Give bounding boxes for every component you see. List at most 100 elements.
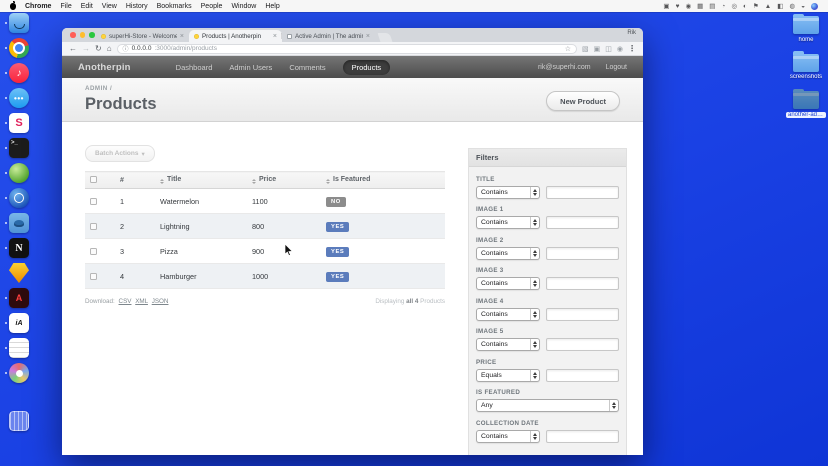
download-xml-link[interactable]: XML: [135, 298, 148, 305]
wifi-icon[interactable]: ▲: [765, 3, 771, 10]
zoom-window-button[interactable]: [89, 32, 95, 38]
filter-operator-select[interactable]: Contains: [476, 307, 540, 321]
bookmark-star-icon[interactable]: ☆: [565, 45, 571, 53]
reload-icon[interactable]: ↻: [95, 44, 102, 53]
filter-operator-select[interactable]: Contains: [476, 277, 540, 290]
table-row[interactable]: 1 Watermelon 1100 NO: [85, 188, 445, 214]
browser-menu-icon[interactable]: ⋮: [628, 44, 636, 53]
status-icon[interactable]: ♥: [676, 3, 680, 10]
notes-dock-icon[interactable]: [5, 338, 29, 358]
filter-operator-select[interactable]: Contains: [476, 216, 540, 229]
menubar-item-file[interactable]: File: [60, 3, 71, 10]
logout-link[interactable]: Logout: [606, 64, 627, 71]
status-icon[interactable]: ◉: [685, 2, 691, 10]
batch-actions-button[interactable]: Batch Actions ▾: [85, 145, 155, 162]
close-tab-icon[interactable]: ×: [180, 33, 184, 40]
nav-item-admin-users[interactable]: Admin Users: [229, 63, 272, 72]
apple-menu-icon[interactable]: [10, 0, 16, 10]
filter-operator-select[interactable]: Equals: [476, 368, 540, 382]
tab-superhi-store[interactable]: superHi-Store - Welcome: Ho ×: [96, 30, 189, 42]
trash-dock-icon[interactable]: [9, 411, 29, 431]
filter-operator-select[interactable]: Contains: [476, 338, 540, 351]
volume-icon[interactable]: ◧: [777, 2, 783, 10]
green-sphere-dock-icon[interactable]: [5, 163, 29, 183]
status-icon[interactable]: ▤: [709, 2, 715, 10]
menubar-item-edit[interactable]: Edit: [81, 3, 93, 10]
siri-icon[interactable]: [811, 2, 818, 10]
nav-item-products[interactable]: Products: [342, 59, 391, 75]
table-row[interactable]: 4 Hamburger 1000 YES: [85, 263, 445, 289]
notion-dock-icon[interactable]: N: [5, 238, 29, 258]
address-bar[interactable]: ⓘ 0.0.0.0:3000/admin/products ☆: [116, 43, 578, 54]
new-tab-button[interactable]: [377, 33, 393, 42]
terminal-dock-icon[interactable]: >_: [5, 138, 29, 158]
chrome-dock-icon[interactable]: [5, 38, 29, 58]
filter-value-input[interactable]: [546, 185, 619, 199]
status-icon[interactable]: ◎: [731, 2, 737, 10]
sketch-dock-icon[interactable]: [9, 263, 29, 283]
menubar-item-help[interactable]: Help: [265, 3, 279, 10]
filter-value-input[interactable]: [546, 246, 619, 260]
close-tab-icon[interactable]: ×: [366, 33, 370, 40]
menubar-app-name[interactable]: Chrome: [25, 3, 51, 10]
status-icon[interactable]: ▣: [663, 2, 669, 10]
folder-home[interactable]: home: [786, 12, 826, 43]
tweetbot-dock-icon[interactable]: [5, 213, 29, 233]
filter-operator-select[interactable]: Contains: [476, 429, 540, 443]
messages-dock-icon[interactable]: •••: [5, 88, 29, 108]
menubar-item-window[interactable]: Window: [231, 3, 256, 10]
row-checkbox[interactable]: [90, 223, 97, 231]
table-row[interactable]: 2 Lightning 800 YES: [85, 213, 445, 239]
extension-icon[interactable]: ◉: [617, 45, 623, 53]
download-csv-link[interactable]: CSV: [119, 298, 132, 305]
filter-value-input[interactable]: [546, 307, 619, 321]
photos-dock-icon[interactable]: [5, 363, 29, 383]
download-json-link[interactable]: JSON: [152, 298, 169, 305]
home-icon[interactable]: ⌂: [107, 44, 112, 53]
filter-value-input[interactable]: [546, 277, 619, 290]
ia-writer-dock-icon[interactable]: iA: [5, 313, 29, 333]
row-checkbox[interactable]: [90, 273, 97, 281]
status-icon[interactable]: ▦: [697, 2, 703, 10]
status-icon[interactable]: ⚑: [753, 2, 759, 10]
filter-value-input[interactable]: [546, 429, 619, 443]
filter-operator-select[interactable]: Contains: [476, 185, 540, 199]
header-price[interactable]: Price: [247, 171, 321, 189]
display-icon[interactable]: ◍: [789, 2, 795, 10]
row-checkbox[interactable]: [90, 248, 97, 256]
extension-icon[interactable]: ▣: [594, 45, 601, 53]
search-icon[interactable]: ◒: [801, 3, 805, 10]
slack-dock-icon[interactable]: S: [5, 113, 29, 133]
menubar-item-view[interactable]: View: [102, 3, 117, 10]
music-dock-icon[interactable]: ♪: [5, 63, 29, 83]
acrobat-dock-icon[interactable]: A: [5, 288, 29, 308]
filter-value-input[interactable]: [546, 338, 619, 351]
extension-icon[interactable]: ◫: [605, 45, 612, 53]
forward-icon[interactable]: →: [82, 44, 90, 53]
filter-featured-select[interactable]: Any: [476, 399, 619, 412]
brand-logo[interactable]: Anotherpin: [78, 62, 131, 73]
menubar-item-history[interactable]: History: [126, 3, 148, 10]
table-row[interactable]: 3 Pizza 900 YES: [85, 238, 445, 264]
close-window-button[interactable]: [70, 32, 76, 38]
nav-item-comments[interactable]: Comments: [289, 63, 325, 72]
filter-value-input[interactable]: [546, 368, 619, 382]
browser-profile-name[interactable]: Rik: [627, 30, 636, 36]
minimize-window-button[interactable]: [79, 32, 85, 38]
new-product-button[interactable]: New Product: [546, 91, 620, 111]
breadcrumb[interactable]: ADMIN /: [85, 85, 620, 92]
tab-products-anotherpin[interactable]: Products | Anotherpin ×: [189, 30, 282, 42]
header-title[interactable]: Title: [155, 171, 247, 189]
close-tab-icon[interactable]: ×: [273, 33, 277, 40]
status-icon[interactable]: ◐: [743, 3, 747, 10]
menubar-item-bookmarks[interactable]: Bookmarks: [157, 3, 192, 10]
folder-another-adm-selected[interactable]: another-adm-co: [786, 87, 826, 118]
nav-item-dashboard[interactable]: Dashboard: [176, 63, 213, 72]
tab-active-admin[interactable]: Active Admin | The administra ×: [281, 30, 375, 42]
filter-operator-select[interactable]: Contains: [476, 246, 540, 260]
back-icon[interactable]: ←: [69, 44, 77, 53]
blue-clock-dock-icon[interactable]: [5, 188, 29, 208]
select-all-checkbox[interactable]: [90, 176, 97, 184]
menubar-item-people[interactable]: People: [201, 3, 223, 10]
header-is-featured[interactable]: Is Featured: [321, 171, 445, 189]
